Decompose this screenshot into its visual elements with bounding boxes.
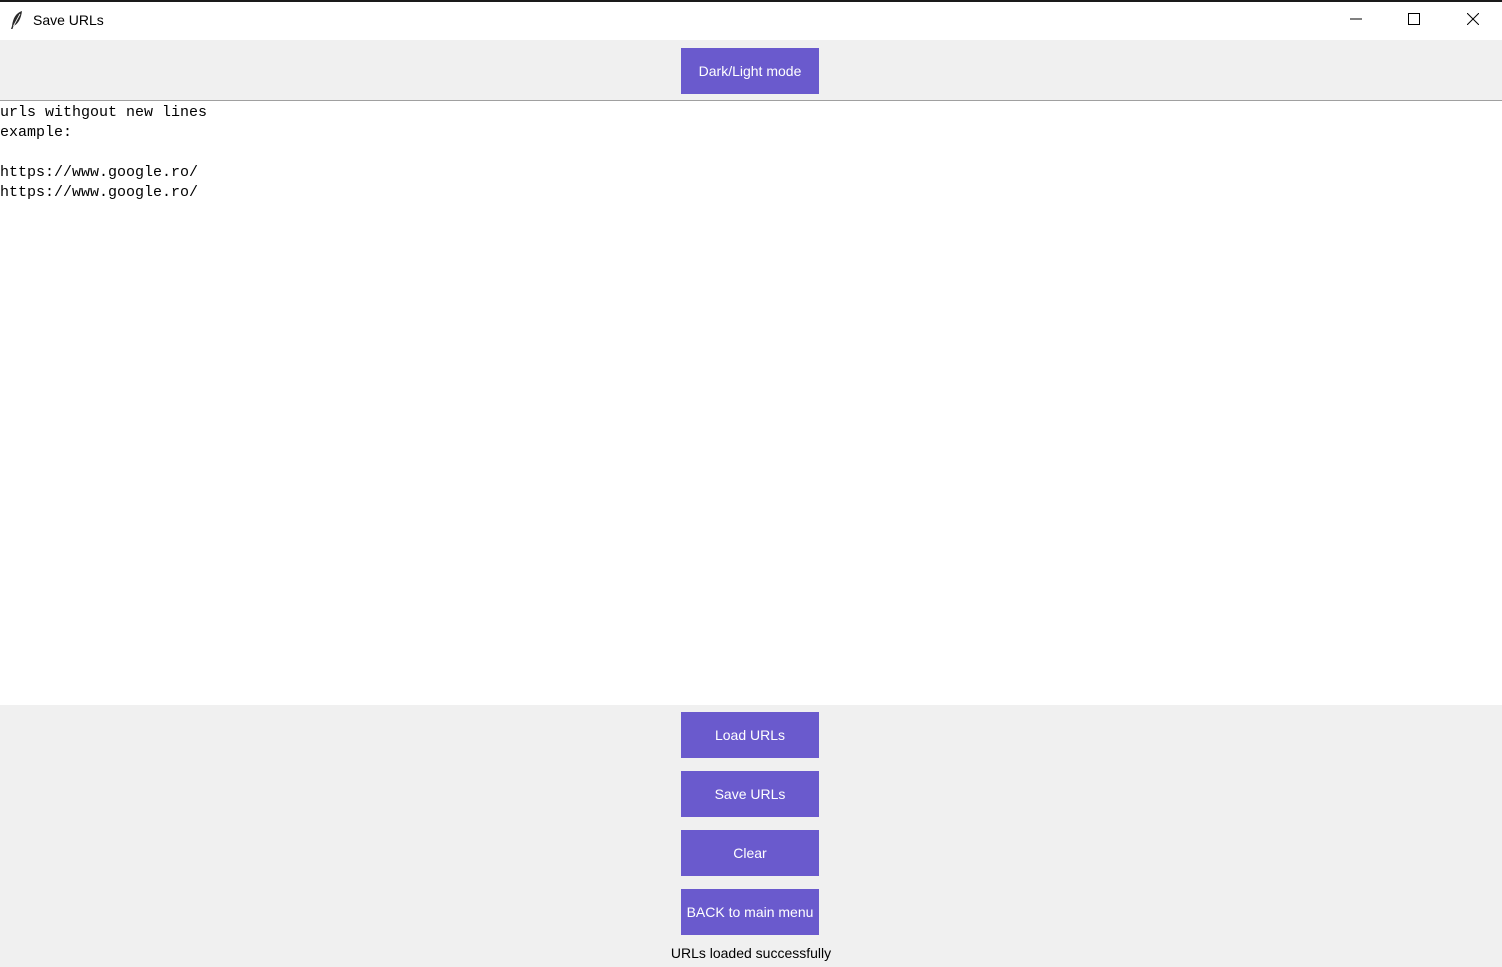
minimize-button[interactable] bbox=[1327, 2, 1385, 40]
close-icon bbox=[1466, 12, 1480, 30]
title-bar[interactable]: Save URLs bbox=[0, 2, 1502, 40]
top-toolbar: Dark/Light mode bbox=[0, 40, 1502, 100]
dark-light-mode-button[interactable]: Dark/Light mode bbox=[681, 48, 819, 94]
back-to-main-menu-button[interactable]: BACK to main menu bbox=[681, 889, 819, 935]
urls-text-editor[interactable]: urls withgout new lines example: https:/… bbox=[0, 101, 1502, 705]
save-urls-button[interactable]: Save URLs bbox=[681, 771, 819, 817]
maximize-button[interactable] bbox=[1385, 2, 1443, 40]
bottom-actions-panel: Load URLs Save URLs Clear BACK to main m… bbox=[0, 705, 1502, 967]
window-title: Save URLs bbox=[33, 12, 104, 28]
clear-button[interactable]: Clear bbox=[681, 830, 819, 876]
close-button[interactable] bbox=[1444, 2, 1502, 40]
app-window: Save URLs Dark/Light mode urls withgout … bbox=[0, 0, 1502, 967]
load-urls-button[interactable]: Load URLs bbox=[681, 712, 819, 758]
maximize-icon bbox=[1408, 12, 1420, 30]
status-message: URLs loaded successfully bbox=[670, 945, 832, 961]
feather-icon bbox=[10, 10, 24, 30]
minimize-icon bbox=[1350, 12, 1362, 30]
